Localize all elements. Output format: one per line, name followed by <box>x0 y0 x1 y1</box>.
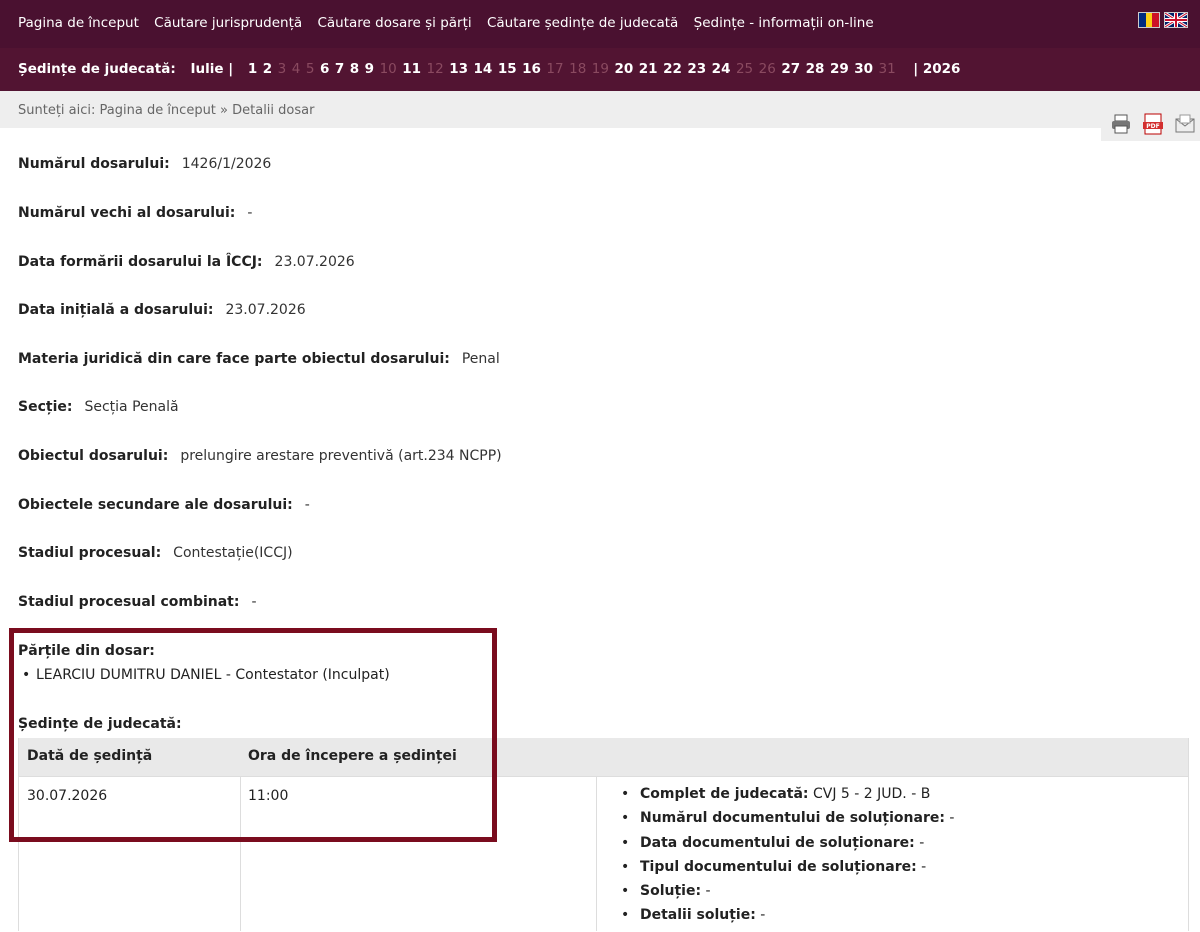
day-link[interactable]: 6 <box>320 61 329 77</box>
toolbar: PDF <box>1101 108 1200 141</box>
month-label[interactable]: Iulie | <box>190 61 233 77</box>
day-link[interactable]: 7 <box>335 61 344 77</box>
pdf-icon[interactable]: PDF <box>1141 112 1165 136</box>
day-link[interactable]: 2 <box>263 61 272 77</box>
breadcrumb: Sunteți aici: Pagina de început » Detali… <box>18 103 315 118</box>
hearing-days-row: Ședințe de judecată: Iulie | 1 2 3 4 5 6 7 8 9 10… <box>18 61 966 77</box>
detail-document-number: Numărul documentului de soluționare: - <box>621 810 954 834</box>
romanian-flag-icon[interactable] <box>1138 12 1160 28</box>
menu-home[interactable]: Pagina de început <box>18 15 139 31</box>
hearing-days-nav: Ședințe de judecată: Iulie | 1 2 3 4 5 6 7 8 9 10… <box>0 48 1200 91</box>
day-link[interactable]: 21 <box>639 61 658 77</box>
field-legal-matter: Materia juridică din care face parte obi… <box>18 351 500 367</box>
column-divider <box>240 776 241 931</box>
day-link: 25 <box>735 61 754 77</box>
day-link: 26 <box>758 61 776 77</box>
detail-document-type: Tipul documentului de soluționare: - <box>621 859 954 883</box>
hearings-table: Dată de ședință Ora de începere a ședinț… <box>18 738 1189 931</box>
breadcrumb-bar: Sunteți aici: Pagina de început » Detali… <box>0 91 1200 128</box>
header-divider <box>19 776 1188 777</box>
svg-text:PDF: PDF <box>1146 123 1159 130</box>
day-link: 12 <box>426 61 444 77</box>
language-selector <box>1138 12 1188 28</box>
field-procedural-stage: Stadiul procesual: Contestație(ICCJ) <box>18 545 293 561</box>
day-link[interactable]: 16 <box>522 61 541 77</box>
hearing-days-label: Ședințe de judecată: <box>18 61 176 77</box>
day-link: 18 <box>569 61 587 77</box>
menu-case-search[interactable]: Căutare dosare și părți <box>317 15 471 31</box>
day-link[interactable]: 29 <box>830 61 849 77</box>
field-old-case-number: Numărul vechi al dosarului: - <box>18 205 253 221</box>
day-link[interactable]: 28 <box>806 61 825 77</box>
top-menu: Pagina de început Căutare jurisprudență … <box>18 15 885 31</box>
field-formation-date: Data formării dosarului la ÎCCJ: 23.07.20… <box>18 254 355 270</box>
hearing-time: 11:00 <box>248 788 289 804</box>
hearings-title: Ședințe de judecată: <box>18 716 182 732</box>
field-case-number: Numărul dosarului: 1426/1/2026 <box>18 156 272 172</box>
print-icon[interactable] <box>1109 112 1133 136</box>
column-divider <box>596 776 597 931</box>
day-link: 5 <box>305 61 315 77</box>
day-link: 3 <box>277 61 287 77</box>
menu-hearing-search[interactable]: Căutare ședințe de judecată <box>487 15 678 31</box>
day-link[interactable]: 27 <box>781 61 800 77</box>
col-hearing-date: Dată de ședință <box>27 748 153 764</box>
detail-solution: Soluție: - <box>621 883 954 907</box>
day-link[interactable]: 14 <box>474 61 493 77</box>
uk-flag-icon[interactable] <box>1164 12 1188 28</box>
day-link[interactable]: 13 <box>449 61 468 77</box>
day-link[interactable]: 30 <box>854 61 873 77</box>
detail-panel: Complet de judecată: CVJ 5 - 2 JUD. - B <box>621 786 954 810</box>
hearing-details-list: Complet de judecată: CVJ 5 - 2 JUD. - B … <box>621 786 954 932</box>
day-link[interactable]: 24 <box>712 61 731 77</box>
col-start-time: Ora de începere a ședinței <box>248 748 457 764</box>
day-link[interactable]: 22 <box>663 61 682 77</box>
menu-hearings-online[interactable]: Ședințe - informații on-line <box>694 15 874 31</box>
day-link[interactable]: 9 <box>365 61 374 77</box>
day-link: 31 <box>878 61 896 77</box>
day-link[interactable]: 11 <box>402 61 421 77</box>
day-link[interactable]: 20 <box>614 61 633 77</box>
menu-jurisprudence[interactable]: Căutare jurisprudență <box>154 15 302 31</box>
party-item: LEARCIU DUMITRU DANIEL - Contestator (In… <box>22 667 390 683</box>
day-link[interactable]: 15 <box>498 61 517 77</box>
detail-document-date: Data documentului de soluționare: - <box>621 835 954 859</box>
parties-title: Părțile din dosar: <box>18 643 155 659</box>
field-secondary-objects: Obiectele secundare ale dosarului: - <box>18 497 310 513</box>
field-section: Secție: Secția Penală <box>18 399 179 415</box>
top-navigation: Pagina de început Căutare jurisprudență … <box>0 0 1200 48</box>
day-link: 4 <box>291 61 301 77</box>
email-icon[interactable] <box>1173 112 1197 136</box>
detail-solution-details: Detalii soluție: - <box>621 907 954 931</box>
day-link: 17 <box>546 61 564 77</box>
field-combined-stage: Stadiul procesual combinat: - <box>18 594 257 610</box>
hearings-table-header <box>19 738 1188 776</box>
day-link[interactable]: 8 <box>350 61 359 77</box>
day-link: 10 <box>379 61 397 77</box>
hearing-date: 30.07.2026 <box>27 788 108 804</box>
day-link[interactable]: 1 <box>248 61 257 77</box>
year-link[interactable]: | 2026 <box>913 61 960 77</box>
day-link: 19 <box>591 61 609 77</box>
field-initial-date: Data inițială a dosarului: 23.07.2026 <box>18 302 306 318</box>
field-case-object: Obiectul dosarului: prelungire arestare p… <box>18 448 502 464</box>
day-link[interactable]: 23 <box>687 61 706 77</box>
